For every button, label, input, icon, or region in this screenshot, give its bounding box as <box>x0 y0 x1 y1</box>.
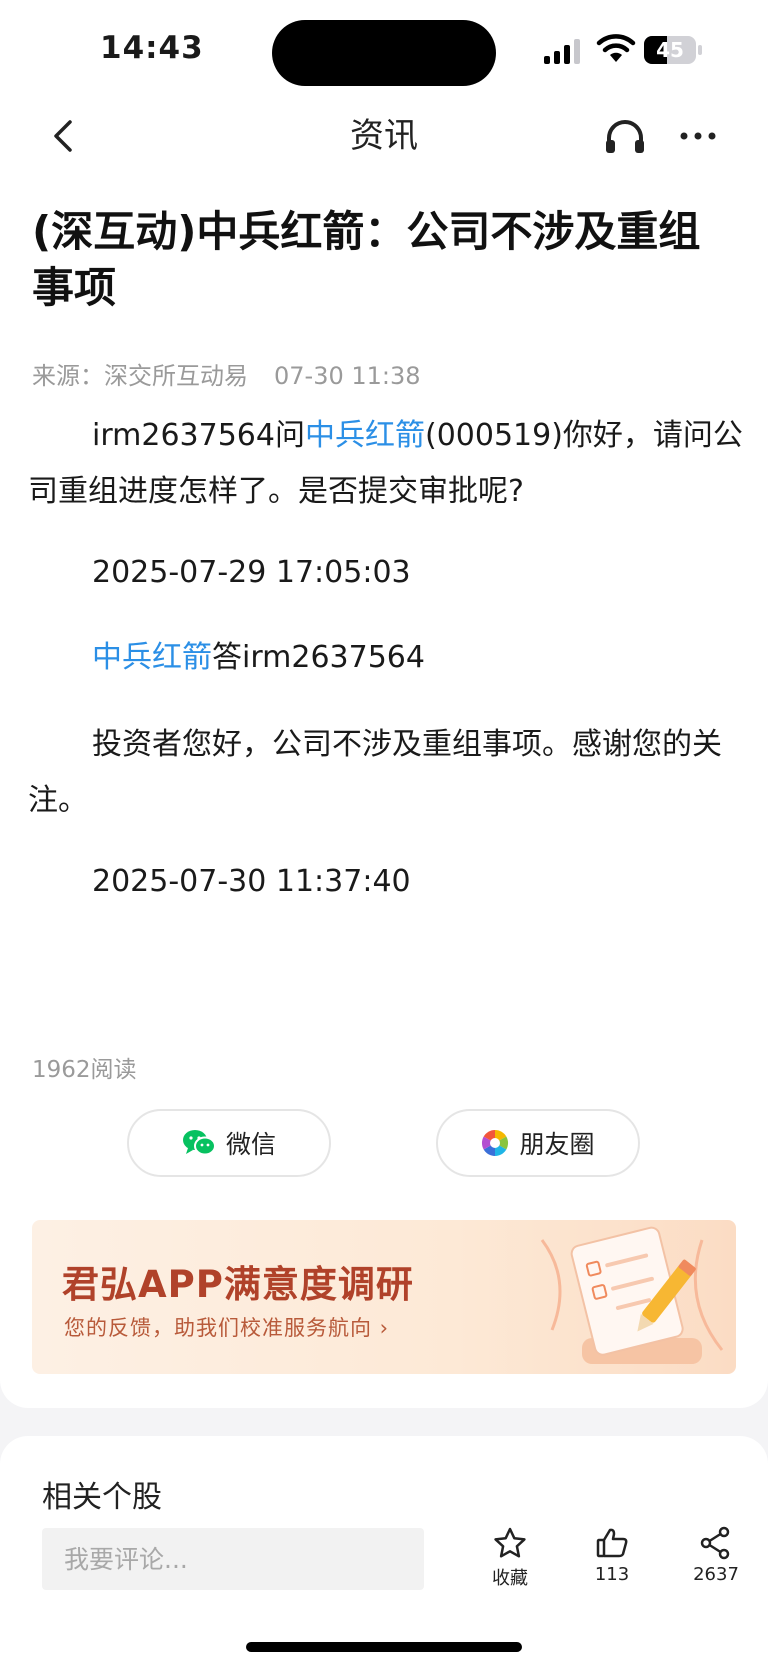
article-source: 来源：深交所互动易 <box>32 362 248 390</box>
battery-icon: 45 <box>644 36 696 64</box>
thumbs-up-icon <box>596 1528 628 1558</box>
survey-illustration-icon <box>540 1226 724 1364</box>
battery-level: 45 <box>656 38 684 62</box>
nav-bar: 资讯 <box>0 100 768 172</box>
moments-label: 朋友圈 <box>519 1130 595 1159</box>
cellular-signal-icon <box>544 38 584 64</box>
moments-share-button[interactable]: 朋友圈 <box>436 1109 640 1177</box>
asker-name: irm2637564 <box>242 640 425 675</box>
article-headline: (深互动)中兵红箭：公司不涉及重组事项 <box>32 207 701 312</box>
banner-title: 君弘APP满意度调研 <box>62 1263 414 1306</box>
answer-word: 答 <box>212 640 242 675</box>
related-stocks-title: 相关个股 <box>42 1480 162 1515</box>
ask-word: 问 <box>274 418 305 453</box>
article-time: 07-30 11:38 <box>274 362 421 390</box>
like-button[interactable]: 113 <box>572 1526 652 1596</box>
favorite-button[interactable]: 收藏 <box>470 1526 550 1596</box>
headset-icon[interactable] <box>602 114 648 158</box>
comment-input[interactable] <box>42 1528 424 1590</box>
article-meta: 来源：深交所互动易 07-30 11:38 <box>32 356 421 391</box>
star-icon <box>494 1527 526 1558</box>
battery-tip <box>698 45 702 55</box>
answer-header: 中兵红箭答irm2637564 <box>28 630 744 686</box>
page-title: 资讯 <box>350 116 418 156</box>
article-card: (深互动)中兵红箭：公司不涉及重组事项 来源：深交所互动易 07-30 11:38… <box>0 172 768 1408</box>
chevron-left-icon[interactable] <box>44 114 88 158</box>
read-count: 1962阅读 <box>32 1057 137 1083</box>
share-icon <box>700 1526 730 1560</box>
share-button[interactable]: 2637 <box>676 1526 756 1596</box>
moments-icon <box>482 1129 509 1157</box>
question-time: 2025-07-29 17:05:03 <box>92 555 411 590</box>
answer-paragraph: 投资者您好，公司不涉及重组事项。感谢您的关注。 <box>28 727 722 818</box>
dynamic-island <box>272 20 496 86</box>
company-link[interactable]: 中兵红箭 <box>92 640 212 675</box>
status-bar: 14:43 45 <box>0 0 768 100</box>
status-time: 14:43 <box>100 30 204 66</box>
wechat-share-button[interactable]: 微信 <box>127 1109 331 1177</box>
question-paragraph: irm2637564问中兵红箭(000519)你好，请问公司重组进度怎样了。是否… <box>28 408 744 520</box>
asker-name: irm2637564 <box>92 418 275 453</box>
bottom-panel: 相关个股 收藏 113 2637 <box>0 1436 768 1665</box>
wifi-icon <box>596 34 636 62</box>
wechat-icon <box>182 1130 216 1156</box>
banner-subtitle: 您的反馈，助我们校准服务航向 › <box>64 1316 390 1340</box>
survey-banner[interactable]: 君弘APP满意度调研 您的反馈，助我们校准服务航向 › <box>32 1220 736 1374</box>
company-link[interactable]: 中兵红箭 <box>305 418 425 453</box>
answer-time: 2025-07-30 11:37:40 <box>92 864 411 899</box>
share-count: 2637 <box>693 1564 739 1585</box>
favorite-label: 收藏 <box>492 1568 528 1589</box>
home-indicator <box>246 1642 522 1652</box>
wechat-label: 微信 <box>225 1130 276 1159</box>
more-icon[interactable] <box>676 114 720 158</box>
like-count: 113 <box>594 1564 630 1585</box>
